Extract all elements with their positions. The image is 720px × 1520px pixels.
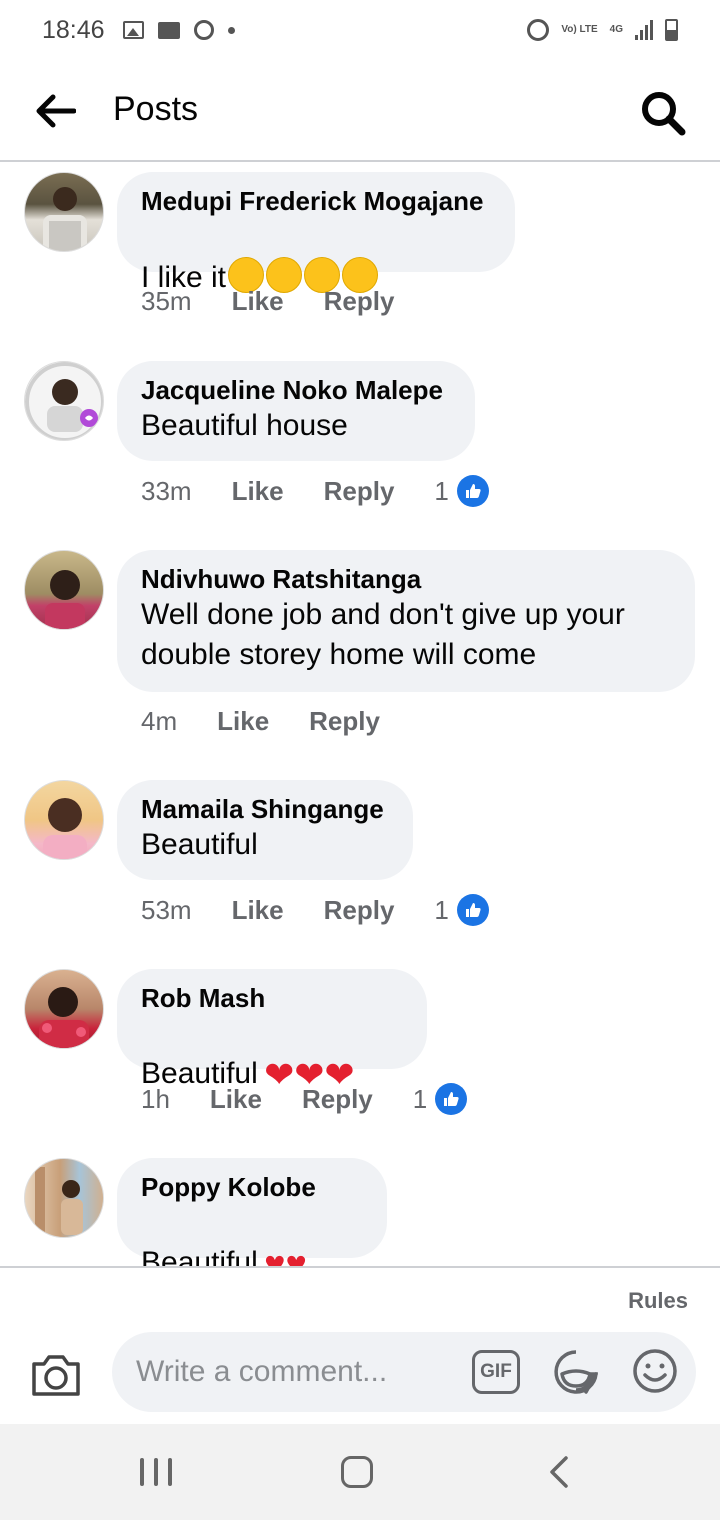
sticker-icon[interactable] bbox=[552, 1348, 600, 1396]
like-button[interactable]: Like bbox=[232, 895, 284, 926]
comment-time: 35m bbox=[141, 286, 192, 316]
comment-text-content: Beautiful bbox=[141, 1246, 267, 1266]
page-title: Posts bbox=[113, 90, 199, 128]
reaction-count[interactable]: 1 bbox=[434, 894, 489, 926]
reply-button[interactable]: Reply bbox=[302, 1084, 373, 1115]
smiley-icon[interactable] bbox=[632, 1348, 678, 1394]
dot-icon bbox=[227, 26, 235, 34]
reaction-count-value: 1 bbox=[412, 1083, 428, 1114]
comment-time: 4m bbox=[141, 706, 178, 736]
reaction-count-value: 1 bbox=[434, 475, 449, 506]
comment-bubble[interactable]: Rob Mash Beautiful ❤❤❤ bbox=[117, 969, 427, 1093]
thumbs-up-icon bbox=[435, 1083, 468, 1115]
arrow-left-icon[interactable] bbox=[36, 94, 76, 128]
footer-divider bbox=[0, 1266, 720, 1268]
gif-button[interactable]: GIF bbox=[472, 1350, 520, 1394]
comment-author[interactable]: Medupi Frederick Mogajane bbox=[141, 185, 491, 217]
comment-bubble[interactable]: Mamaila Shingange Beautiful bbox=[117, 780, 413, 880]
back-chevron-icon[interactable] bbox=[544, 1454, 572, 1490]
app-header: Posts bbox=[0, 60, 720, 162]
comment-bubble[interactable]: Jacqueline Noko Malepe Beautiful house bbox=[117, 361, 475, 461]
comment-bubble[interactable]: Ndivhuwo Ratshitanga Well done job and d… bbox=[117, 550, 695, 692]
signal-icon bbox=[635, 20, 653, 40]
comment-time: 53m bbox=[141, 894, 192, 925]
status-bar: 18:46 Vo) LTE 4G bbox=[0, 0, 720, 60]
avatar[interactable] bbox=[24, 1158, 104, 1238]
comment-bubble[interactable]: Poppy Kolobe Beautiful ♥♥ bbox=[117, 1158, 387, 1266]
comment-author[interactable]: Rob Mash bbox=[141, 982, 403, 1014]
avatar[interactable] bbox=[24, 172, 104, 252]
home-icon[interactable] bbox=[341, 1456, 373, 1488]
image-icon bbox=[122, 21, 144, 39]
alarm-icon bbox=[527, 19, 550, 41]
comment-composer: GIF bbox=[112, 1332, 696, 1412]
comment-actions: 1h Like Reply 1 bbox=[141, 1083, 468, 1115]
status-left-icons bbox=[122, 20, 235, 40]
avatar[interactable] bbox=[24, 969, 104, 1049]
comment-text: Well done job and don't give up your dou… bbox=[141, 598, 625, 671]
comment-text: Beautiful bbox=[141, 828, 258, 861]
like-button[interactable]: Like bbox=[232, 476, 284, 507]
heart-suit-icon: ♥♥ bbox=[264, 1243, 307, 1267]
thumbs-up-icon bbox=[456, 475, 489, 507]
reaction-count-value: 1 bbox=[434, 894, 449, 925]
comment-author[interactable]: Jacqueline Noko Malepe bbox=[141, 374, 451, 406]
status-time: 18:46 bbox=[42, 15, 105, 44]
reaction-count[interactable]: 1 bbox=[434, 475, 489, 507]
like-button[interactable]: Like bbox=[210, 1084, 262, 1115]
reaction-count[interactable]: 1 bbox=[412, 1083, 468, 1115]
comment-text: Beautiful ❤❤❤ bbox=[141, 1014, 403, 1094]
comment-author[interactable]: Poppy Kolobe bbox=[141, 1171, 363, 1203]
4g-icon: 4G bbox=[609, 24, 623, 35]
reply-button[interactable]: Reply bbox=[309, 706, 380, 737]
battery-icon bbox=[665, 19, 678, 41]
camera-icon[interactable] bbox=[30, 1352, 82, 1398]
messenger-icon bbox=[193, 20, 214, 40]
system-nav-bar bbox=[0, 1424, 720, 1520]
comment-actions: 35m Like Reply bbox=[141, 286, 394, 317]
comment-text: Beautiful house bbox=[141, 409, 348, 442]
comment-actions: 53m Like Reply 1 bbox=[141, 894, 489, 926]
rules-link[interactable]: Rules bbox=[628, 1288, 688, 1314]
comment-bubble[interactable]: Medupi Frederick Mogajane I like it bbox=[117, 172, 515, 294]
comment-actions: 4m Like Reply bbox=[141, 706, 380, 737]
avatar[interactable] bbox=[24, 550, 104, 630]
like-button[interactable]: Like bbox=[232, 286, 284, 317]
thumbs-up-icon bbox=[456, 894, 489, 926]
reply-button[interactable]: Reply bbox=[324, 895, 395, 926]
recents-icon[interactable] bbox=[140, 1458, 172, 1486]
avatar[interactable] bbox=[24, 361, 104, 441]
folder-icon bbox=[157, 21, 180, 39]
comment-input[interactable] bbox=[136, 1350, 446, 1394]
status-right-icons: Vo) LTE 4G bbox=[527, 19, 678, 41]
like-button[interactable]: Like bbox=[217, 706, 269, 737]
comment-time: 1h bbox=[141, 1083, 170, 1114]
comment-text: Beautiful ♥♥ bbox=[141, 1203, 363, 1267]
comment-author[interactable]: Mamaila Shingange bbox=[141, 793, 389, 825]
comments-list: Medupi Frederick Mogajane I like it 35m … bbox=[0, 164, 720, 1266]
reply-button[interactable]: Reply bbox=[324, 286, 395, 317]
comment-author[interactable]: Ndivhuwo Ratshitanga bbox=[141, 563, 671, 595]
search-icon[interactable] bbox=[640, 90, 686, 136]
comment-time: 33m bbox=[141, 475, 192, 506]
volte-icon: Vo) LTE bbox=[561, 24, 598, 35]
avatar[interactable] bbox=[24, 780, 104, 860]
comment-actions: 33m Like Reply 1 bbox=[141, 475, 489, 507]
reply-button[interactable]: Reply bbox=[324, 476, 395, 507]
